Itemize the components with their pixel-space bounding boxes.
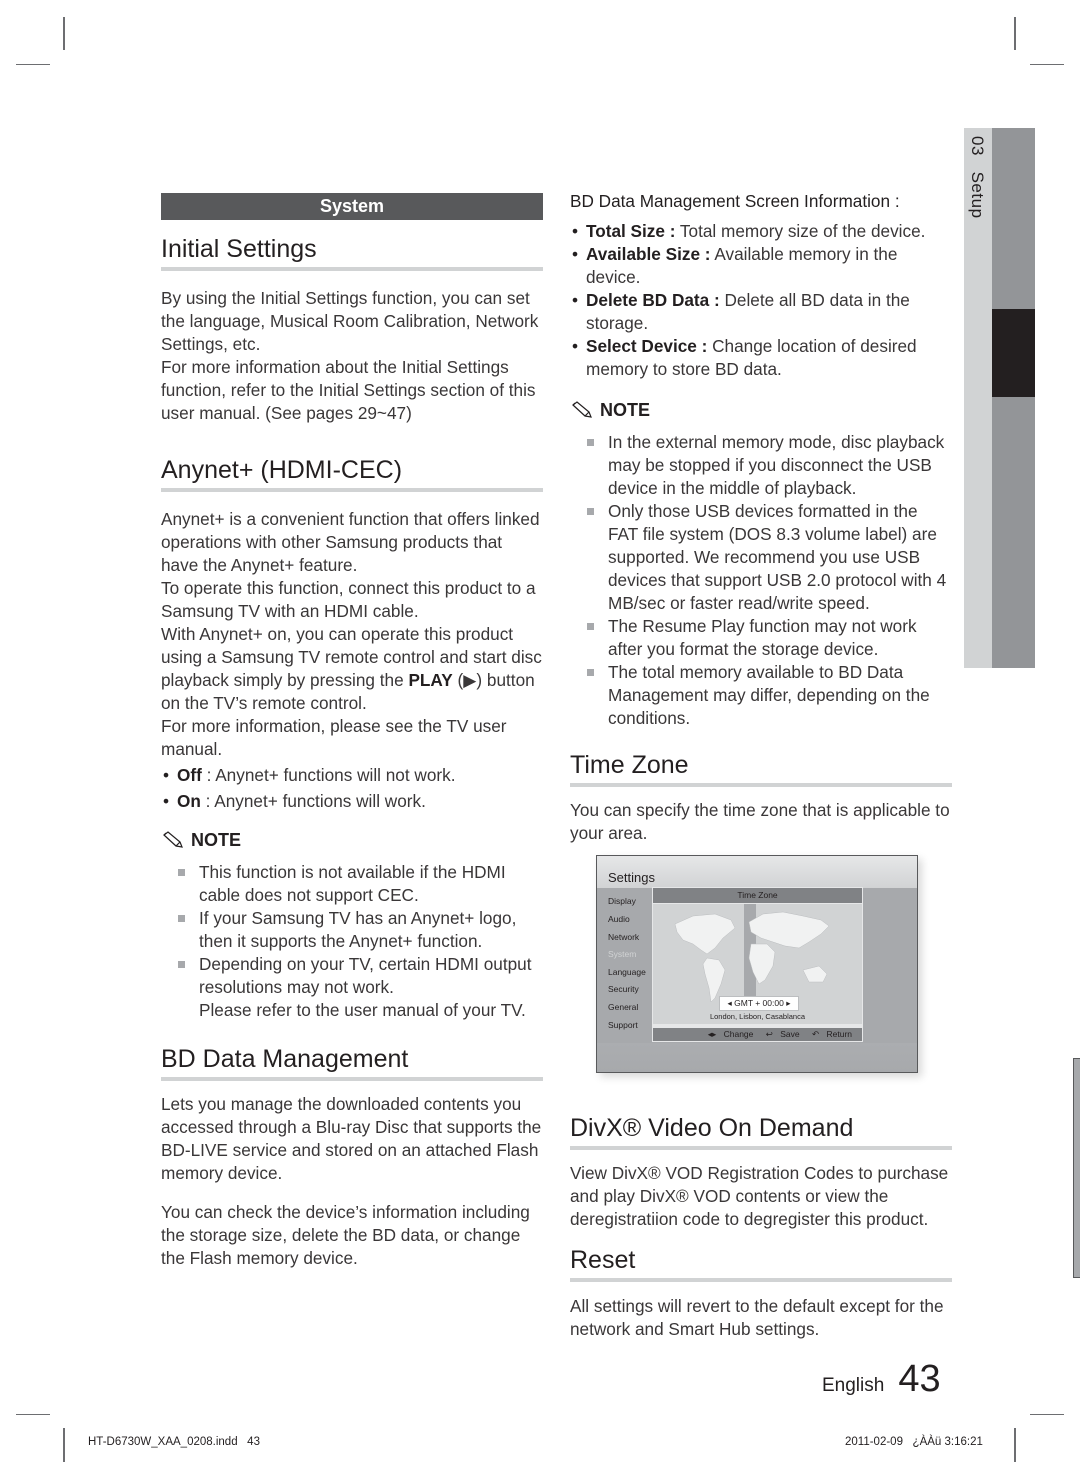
menu-item-display[interactable]: Display [608,896,636,906]
anynet-heading: Anynet+ (HDMI-CEC) [161,455,543,492]
return-hint: ↶ Return [812,1029,852,1039]
note-item: Depending on your TV, certain HDMI outpu… [178,953,543,999]
screen-info-list: Total Size : Total memory size of the de… [570,220,952,381]
change-hint: ◂▸ Change [707,1029,754,1039]
bd-notes: In the external memory mode, disc playba… [570,431,952,730]
anynet-play-paragraph: With Anynet+ on, you can operate this pr… [161,624,542,713]
anynet-notes: This function is not available if the HD… [161,861,543,1022]
chapter-title: Setup [968,171,987,219]
divx-paragraph: View DivX® VOD Registration Codes to pur… [570,1163,949,1229]
anynet-paragraph: To operate this function, connect this p… [161,578,536,621]
chapter-number: 03 [968,136,987,156]
time-zone-heading: Time Zone [570,750,952,787]
divx-heading: DivX® Video On Demand [570,1113,952,1150]
bd-data-paragraph: Lets you manage the downloaded contents … [161,1094,542,1183]
right-column-lower: DivX® Video On Demand View DivX® VOD Reg… [570,1113,952,1341]
crop-mark [16,1414,50,1415]
gmt-selector[interactable]: ◂ GMT + 00:00 ▸ [719,996,799,1011]
adjacent-page-edge [1073,1058,1080,1278]
screen-info-item: Delete BD Data : Delete all BD data in t… [570,289,952,335]
time-zone-paragraph: You can specify the time zone that is ap… [570,800,950,843]
settings-title: Settings [608,870,655,885]
note-item: Only those USB devices formatted in the … [587,500,952,615]
crop-mark [1030,1414,1064,1415]
crop-mark [63,17,65,50]
note-heading: NOTE [570,398,952,422]
page-language: English [822,1375,885,1396]
screen-info-item: Select Device : Change location of desir… [570,335,952,381]
option-off: Off : Anynet+ functions will not work. [161,764,543,787]
screen-info-heading: BD Data Management Screen Information : [570,191,900,211]
gmt-value: GMT + 00:00 [734,998,784,1008]
play-button-label: PLAY [408,670,453,690]
crop-mark [1014,1428,1016,1462]
crop-mark [63,1428,65,1462]
chapter-label: 03 Setup [967,136,987,219]
note-label: NOTE [191,829,242,850]
crop-mark [16,64,50,65]
note-item: The total memory available to BD Data Ma… [587,661,952,730]
menu-item-audio[interactable]: Audio [608,914,630,924]
pencil-icon [572,401,592,418]
initial-settings-paragraph: By using the Initial Settings function, … [161,288,539,354]
anynet-paragraph: Anynet+ is a convenient function that of… [161,509,540,575]
menu-item-security[interactable]: Security [608,984,639,994]
reset-paragraph: All settings will revert to the default … [570,1296,944,1339]
note-label: NOTE [600,399,651,420]
anynet-more-info: For more information, please see the TV … [161,716,507,759]
option-on: On : Anynet+ functions will work. [161,790,543,813]
menu-item-general[interactable]: General [608,1002,638,1012]
save-hint: ↩ Save [765,1029,800,1039]
chapter-tab-marker [992,309,1035,397]
right-column: BD Data Management Screen Information : … [570,190,952,845]
panel-footer: ◂▸ Change ↩ Save ↶ Return [653,1028,862,1041]
initial-settings-paragraph: For more information about the Initial S… [161,357,536,423]
menu-item-system[interactable]: System [608,949,636,959]
menu-item-support[interactable]: Support [608,1020,638,1030]
section-bar: System [161,193,543,220]
note-heading: NOTE [161,828,543,852]
slug-timestamp: 2011-02-09 ¿ÀÀü 3:16:21 [845,1436,983,1448]
slug-file: HT-D6730W_XAA_0208.indd 43 [88,1436,260,1448]
initial-settings-heading: Initial Settings [161,234,543,271]
crop-mark [1030,64,1064,65]
left-right-arrows-icon: ◂▸ [707,1029,719,1039]
note-item: This function is not available if the HD… [178,861,543,907]
menu-item-language[interactable]: Language [608,967,646,977]
screen-info-item: Available Size : Available memory in the… [570,243,952,289]
screen-info-item: Total Size : Total memory size of the de… [570,220,952,243]
left-column: System Initial Settings By using the Ini… [161,193,543,1270]
right-arrow-icon[interactable]: ▸ [784,998,790,1008]
bd-data-heading: BD Data Management [161,1044,543,1081]
reset-heading: Reset [570,1245,952,1282]
panel-title: Time Zone [653,888,862,903]
return-icon: ↶ [812,1029,822,1039]
pencil-icon [163,831,183,848]
bd-data-paragraph: You can check the device’s information i… [161,1202,530,1268]
note-item: The Resume Play function may not work af… [587,615,952,661]
page-number-value: 43 [898,1358,941,1400]
page-number: English 43 [822,1358,941,1401]
time-zone-panel: Time Zone ◂ GMT + 00:00 ▸ London, Lisbon… [652,887,863,1042]
enter-icon: ↩ [765,1029,776,1039]
crop-mark [1014,17,1016,50]
note-continuation: Please refer to the user manual of your … [199,1000,526,1020]
note-item: In the external memory mode, disc playba… [587,431,952,500]
chapter-tab: 03 Setup [964,128,1035,668]
time-zone-screenshot: Settings Display Audio Network System La… [596,855,918,1073]
anynet-options: Off : Anynet+ functions will not work. O… [161,764,543,813]
chapter-tab-dark [992,128,1035,668]
menu-item-network[interactable]: Network [608,932,639,942]
gmt-cities: London, Lisbon, Casablanca [709,1012,806,1021]
note-item: If your Samsung TV has an Anynet+ logo, … [178,907,543,953]
